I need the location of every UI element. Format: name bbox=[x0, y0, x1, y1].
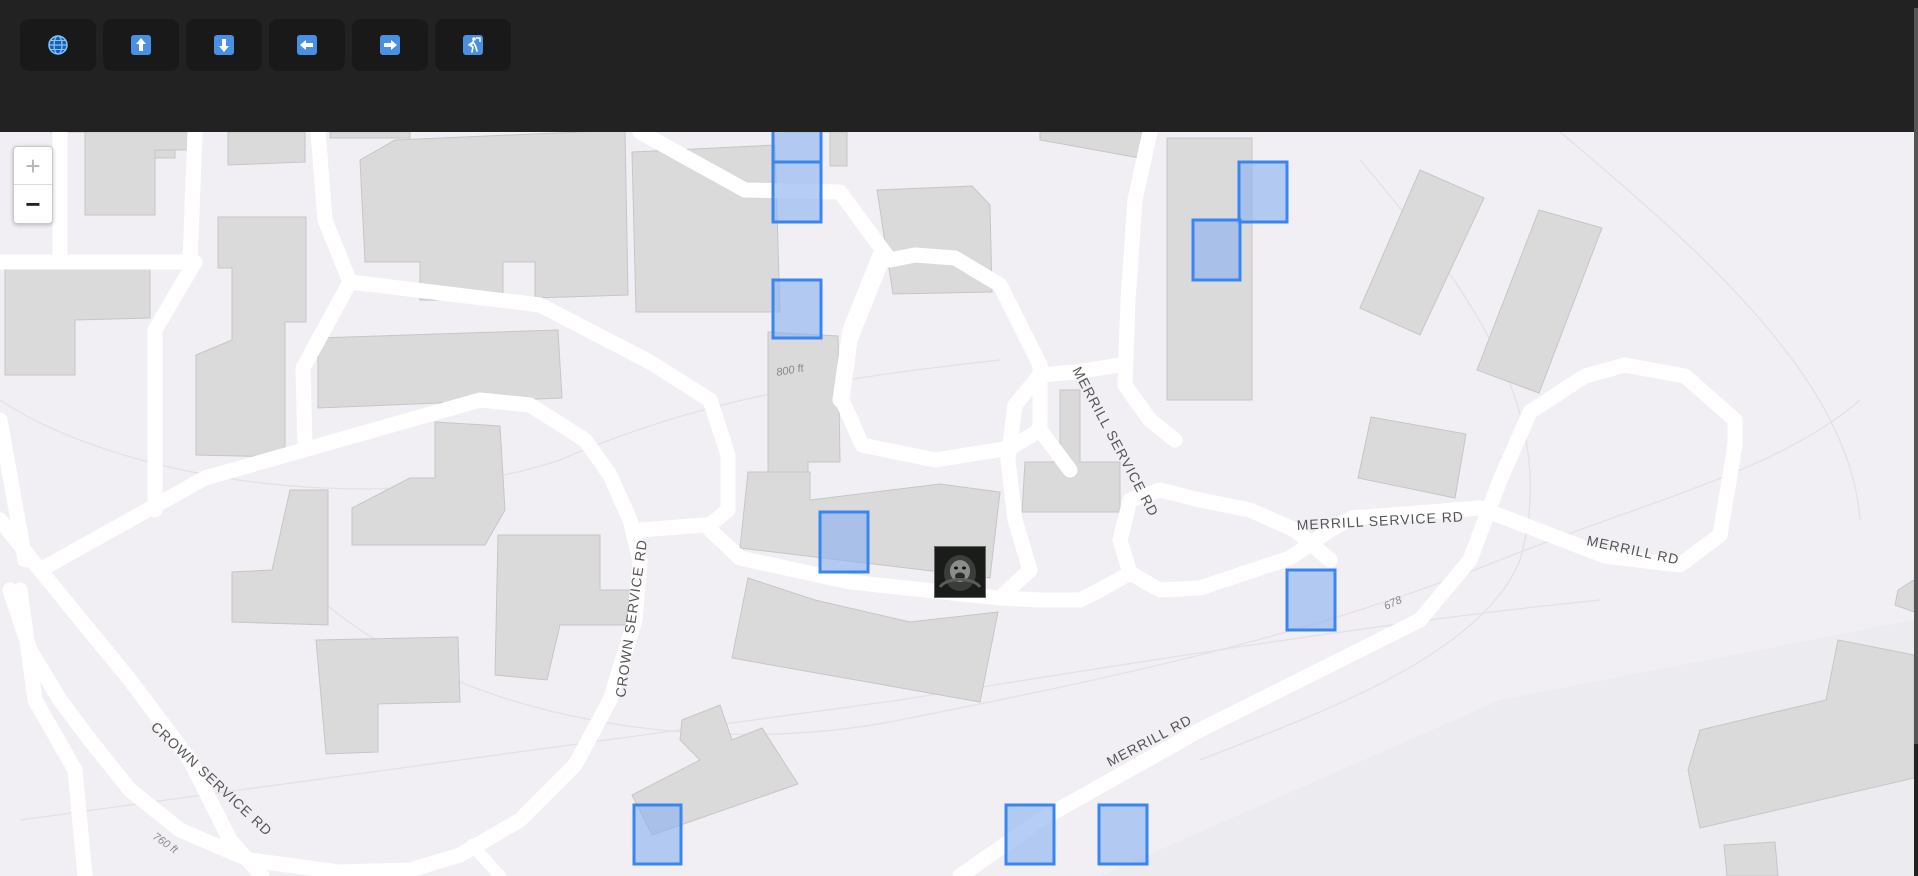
building bbox=[494, 534, 636, 681]
gorilla-photo-icon bbox=[935, 547, 985, 597]
map-marker[interactable] bbox=[771, 132, 823, 164]
arrow-up-icon bbox=[131, 35, 151, 55]
pedestrian-icon bbox=[463, 35, 483, 55]
zoom-control: + − bbox=[13, 146, 53, 224]
building bbox=[1357, 416, 1467, 499]
vertical-scrollbar[interactable] bbox=[1914, 0, 1918, 876]
arrow-left-icon bbox=[297, 35, 317, 55]
map-marker[interactable] bbox=[771, 278, 823, 340]
globe-button[interactable] bbox=[20, 19, 96, 71]
move-right-button[interactable] bbox=[352, 19, 428, 71]
move-left-button[interactable] bbox=[269, 19, 345, 71]
building bbox=[227, 132, 306, 166]
building bbox=[329, 132, 411, 139]
map-marker[interactable] bbox=[1285, 568, 1337, 632]
building bbox=[1039, 132, 1151, 159]
building bbox=[1894, 579, 1914, 613]
globe-icon bbox=[48, 35, 68, 55]
road bbox=[147, 254, 203, 518]
map-marker[interactable] bbox=[1004, 803, 1056, 866]
building bbox=[4, 267, 151, 376]
building bbox=[317, 329, 563, 409]
road bbox=[466, 839, 506, 876]
map-marker[interactable] bbox=[818, 510, 870, 574]
building bbox=[359, 132, 629, 301]
photo-marker[interactable] bbox=[934, 546, 986, 598]
road bbox=[12, 582, 93, 876]
building bbox=[1476, 209, 1603, 394]
zoom-in-button[interactable]: + bbox=[14, 147, 52, 185]
map-marker[interactable] bbox=[1191, 218, 1242, 282]
road-label-merrill-service-rd-horizontal: MERRILL SERVICE RD bbox=[1296, 508, 1464, 533]
map-marker[interactable] bbox=[771, 160, 823, 224]
move-down-button[interactable] bbox=[186, 19, 262, 71]
arrow-right-icon bbox=[380, 35, 400, 55]
map-marker[interactable] bbox=[1097, 803, 1149, 866]
building bbox=[84, 132, 201, 216]
building bbox=[1723, 841, 1779, 876]
move-up-button[interactable] bbox=[103, 19, 179, 71]
building bbox=[315, 636, 461, 755]
building bbox=[767, 331, 841, 473]
building bbox=[195, 216, 307, 458]
arrow-down-icon bbox=[214, 35, 234, 55]
map-marker[interactable] bbox=[632, 803, 683, 866]
toolbar bbox=[0, 0, 1914, 132]
pedestrian-button[interactable] bbox=[435, 19, 511, 71]
scrollbar-thumb[interactable] bbox=[1914, 8, 1918, 744]
zoom-out-button[interactable]: − bbox=[14, 185, 52, 222]
building bbox=[231, 489, 329, 626]
map-marker[interactable] bbox=[1237, 160, 1289, 224]
map-view[interactable]: MERRILL SERVICE RD MERRILL SERVICE RD ME… bbox=[0, 132, 1914, 876]
building bbox=[1359, 169, 1485, 336]
building bbox=[351, 421, 506, 546]
map-canvas[interactable]: MERRILL SERVICE RD MERRILL SERVICE RD ME… bbox=[0, 132, 1914, 876]
